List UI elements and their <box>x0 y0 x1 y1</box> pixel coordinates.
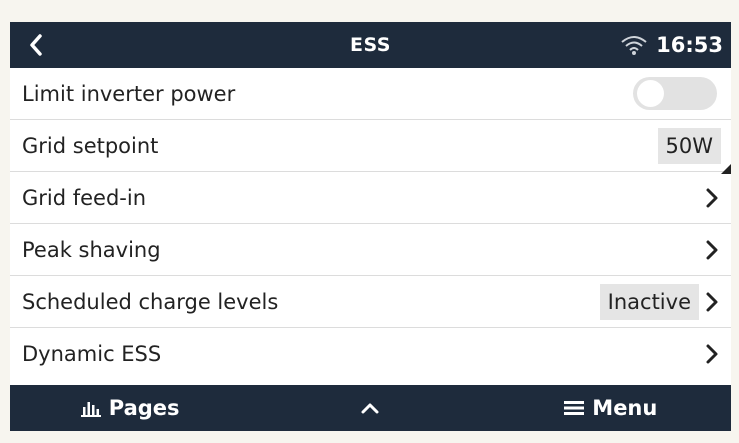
pages-label: Pages <box>108 396 180 420</box>
row-label: Grid setpoint <box>22 133 159 158</box>
row-scheduled-charge-levels[interactable]: Scheduled charge levels Inactive <box>10 276 731 328</box>
bar-chart-icon <box>80 402 101 417</box>
value-text: 50W <box>665 133 714 158</box>
menu-button[interactable]: Menu <box>491 385 731 431</box>
chevron-right-icon <box>705 343 721 365</box>
grid-setpoint-value[interactable]: 50W <box>657 127 731 174</box>
menu-label: Menu <box>592 396 658 420</box>
hamburger-icon <box>564 401 585 415</box>
row-limit-inverter-power[interactable]: Limit inverter power <box>10 68 731 120</box>
row-grid-feed-in[interactable]: Grid feed-in <box>10 172 731 224</box>
chevron-right-icon <box>705 239 721 261</box>
row-label: Dynamic ESS <box>22 342 162 366</box>
clock-time: 16:53 <box>656 33 723 57</box>
toggle-knob <box>637 80 664 107</box>
edit-corner-icon <box>721 163 731 174</box>
up-button[interactable] <box>250 385 490 431</box>
scheduled-charge-status: Inactive <box>599 283 699 320</box>
chevron-right-icon <box>705 291 721 313</box>
header-bar: ESS 16:53 <box>10 22 731 68</box>
status-area: 16:53 <box>620 22 723 68</box>
row-label: Scheduled charge levels <box>22 289 279 314</box>
pages-button[interactable]: Pages <box>10 385 250 431</box>
row-label: Peak shaving <box>22 237 161 262</box>
row-dynamic-ess[interactable]: Dynamic ESS <box>10 328 731 380</box>
row-peak-shaving[interactable]: Peak shaving <box>10 224 731 276</box>
wifi-icon <box>621 36 647 55</box>
row-label: Grid feed-in <box>22 185 147 210</box>
value-text: Inactive <box>607 289 691 314</box>
chevron-up-icon <box>361 403 379 414</box>
footer-bar: Pages Menu <box>10 385 731 431</box>
ess-screen: ESS 16:53 Limit inverter power Grid setp… <box>10 22 731 431</box>
row-grid-setpoint[interactable]: Grid setpoint 50W <box>10 120 731 174</box>
limit-inverter-power-toggle[interactable] <box>633 77 717 110</box>
chevron-right-icon <box>705 187 721 209</box>
settings-list: Limit inverter power Grid setpoint 50W G… <box>10 68 731 380</box>
row-label: Limit inverter power <box>22 81 236 106</box>
